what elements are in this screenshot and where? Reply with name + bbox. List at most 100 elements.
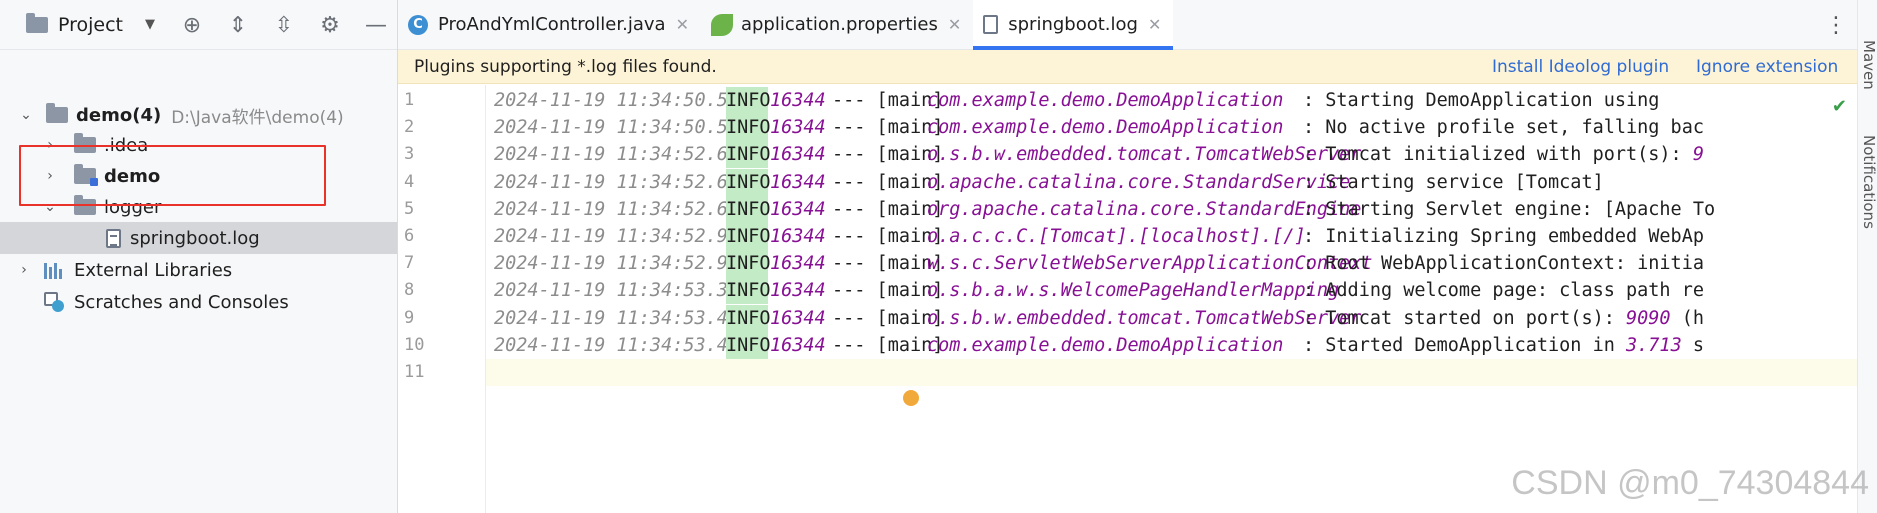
tree-item-springboot-log[interactable]: springboot.log [0,222,397,254]
log-timestamp: 2024-11-19 11:34:50.503 [494,90,751,111]
install-ideolog-link[interactable]: Install Ideolog plugin [1492,57,1669,77]
tree-item-demo-root[interactable]: ⌄ demo(4) D:\Java软件\demo(4) [0,99,397,131]
chevron-down-icon[interactable]: ▼ [145,17,155,32]
log-logger-class: com.example.demo.DemoApplication [927,90,1284,111]
log-message-text: : No active profile set, falling bac [1303,117,1704,139]
log-timestamp: 2024-11-19 11:34:53.343 [494,280,751,302]
maven-tool-button[interactable]: Maven [1860,40,1877,90]
log-message-text: : Starting DemoApplication using [1303,90,1660,111]
tree-item-label: External Libraries [74,259,233,281]
java-class-icon: C [408,14,428,35]
log-message-text: : Tomcat started on port(s): [1303,307,1627,329]
log-pid: 16344 [770,117,826,139]
notifications-tool-button[interactable]: Notifications [1860,135,1877,229]
line-number: 4 [404,171,415,192]
log-level-badge: INFO [726,141,771,169]
log-message-text: : Starting Servlet engine: [Apache To [1303,198,1716,220]
log-content[interactable]: 2024-11-19 11:34:50.503 INFO 16344 --- [mai… [486,85,1877,513]
close-icon[interactable]: ✕ [1148,15,1161,34]
right-tool-strip: Maven Notifications [1857,0,1877,513]
log-message: : Starting service [Tomcat] [1303,169,1604,196]
log-message: : Root WebApplicationContext: initia [1303,250,1704,277]
log-line: 2024-11-19 11:34:52.973 INFO 16344 --- [mai… [486,250,1877,278]
ignore-extension-link[interactable]: Ignore extension [1696,57,1838,77]
editor-tabs: C ProAndYmlController.java ✕ application… [398,0,1877,50]
log-level-badge: INFO [726,168,771,196]
project-panel-header: Project ▼ ⊕ ⇕ ⇳ ⚙ — [0,0,397,50]
log-logger-class: com.example.demo.DemoApplication [927,117,1284,139]
log-pid: 16344 [770,144,826,166]
library-icon [44,261,66,279]
line-number: 7 [404,253,415,274]
tree-item-external-libraries[interactable]: › External Libraries [0,254,397,286]
tab-label: ProAndYmlController.java [438,14,666,35]
select-opened-file-icon[interactable]: ⊕ [180,13,204,38]
tree-item-label: Scratches and Consoles [74,291,289,313]
log-message: : Started DemoApplication in 3.713 s [1303,332,1704,359]
log-pid: 16344 [770,334,826,356]
line-number: 1 [404,90,415,110]
log-pid: 16344 [770,171,826,193]
line-number: 9 [404,307,415,328]
log-line: 2024-11-19 11:34:52.663 INFO 16344 --- [mai… [486,141,1877,169]
line-number: 3 [404,144,415,165]
log-line: 2024-11-19 11:34:53.484 INFO 16344 --- [mai… [486,304,1877,332]
collapse-all-icon[interactable]: ⇳ [272,13,296,38]
log-level-badge: INFO [726,331,771,359]
log-level-badge: INFO [726,304,771,332]
folder-icon [46,103,68,123]
log-level-badge: INFO [726,195,771,223]
log-level-badge: INFO [726,277,771,305]
log-line: 2024-11-19 11:34:50.513 INFO 16344 --- [mai… [486,114,1877,142]
line-number: 2 [404,117,415,138]
expand-all-icon[interactable]: ⇕ [226,13,250,38]
log-pid: 16344 [770,307,826,329]
project-tool-window: Project ▼ ⊕ ⇕ ⇳ ⚙ — ⌄ demo(4) D:\Java软件\… [0,0,398,513]
gear-icon[interactable]: ⚙ [318,13,342,38]
checkmark-icon: ✔ [1831,96,1847,117]
log-line: 2024-11-19 11:34:52.973 INFO 16344 --- [mai… [486,223,1877,250]
log-timestamp: 2024-11-19 11:34:52.673 [494,171,751,193]
chevron-right-icon[interactable]: › [16,262,32,278]
log-pid: 16344 [770,90,826,111]
log-message: : Initializing Spring embedded WebAp [1303,223,1704,250]
log-message-text: : Root WebApplicationContext: initia [1303,253,1704,275]
log-message-text: : Adding welcome page: class path re [1303,280,1704,302]
tab-application-properties[interactable]: application.properties ✕ [701,0,973,49]
log-line: 2024-11-19 11:34:53.343 INFO 16344 --- [mai… [486,277,1877,305]
close-icon[interactable]: ✕ [948,15,961,34]
log-message-tail: s [1681,334,1704,356]
chevron-down-icon[interactable]: ⌄ [18,107,34,123]
log-line: 2024-11-19 11:34:50.503 INFO 16344 --- [mai… [486,87,1877,114]
lightbulb-icon[interactable] [903,390,919,406]
tab-label: springboot.log [1008,14,1138,35]
log-line: 2024-11-19 11:34:52.673 INFO 16344 --- [mai… [486,195,1877,223]
log-logger-class: com.example.demo.DemoApplication [927,334,1284,356]
tab-proandymlcontroller[interactable]: C ProAndYmlController.java ✕ [398,0,701,49]
tab-springboot-log[interactable]: springboot.log ✕ [973,0,1174,50]
log-level-badge: INFO [726,223,771,250]
editor-area: C ProAndYmlController.java ✕ application… [398,0,1877,513]
log-message: : Adding welcome page: class path re [1303,277,1704,304]
log-file-icon [983,15,999,34]
log-message: : Tomcat started on port(s): 9090 (h [1303,305,1704,332]
log-timestamp: 2024-11-19 11:34:53.484 [494,307,751,329]
log-message-text: : Tomcat initialized with port(s): [1303,144,1693,166]
log-level-badge: INFO [726,87,771,114]
log-timestamp: 2024-11-19 11:34:52.673 [494,198,751,220]
scratches-icon [44,292,66,312]
line-number: 11 [404,362,425,382]
log-level-badge: INFO [726,114,771,142]
log-message: : Starting Servlet engine: [Apache To [1303,196,1715,223]
log-message: : Tomcat initialized with port(s): 9 [1303,141,1704,168]
log-message-text: : Starting service [Tomcat] [1303,171,1604,193]
tree-item-scratches[interactable]: Scratches and Consoles [0,286,397,318]
plugin-suggestion-banner: Plugins supporting *.log files found. In… [398,50,1877,84]
project-view-selector[interactable]: Project [58,14,123,36]
close-icon[interactable]: ✕ [676,15,689,34]
current-line-highlight [486,359,1877,386]
line-number: 8 [404,280,415,301]
more-options-icon[interactable]: ⋮ [1825,13,1847,38]
project-toolbar: ⊕ ⇕ ⇳ ⚙ — [180,0,388,50]
hide-panel-icon[interactable]: — [364,13,388,38]
